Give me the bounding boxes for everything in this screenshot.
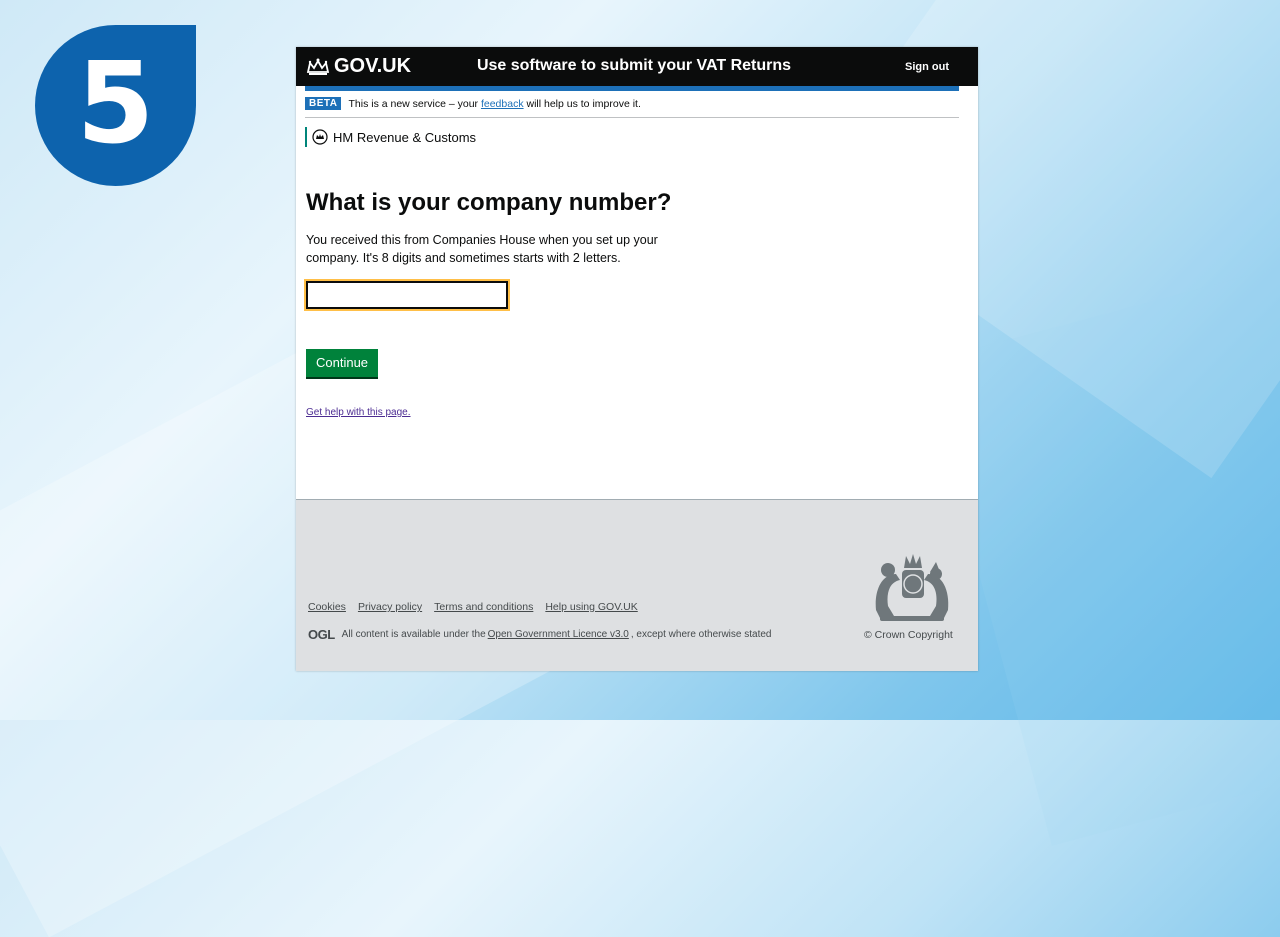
footer-link-terms[interactable]: Terms and conditions (434, 601, 533, 613)
step-number-badge: 5 (35, 25, 196, 186)
sign-out-link[interactable]: Sign out (905, 61, 949, 73)
organisation-banner: HM Revenue & Customs (305, 127, 978, 147)
get-help-link[interactable]: Get help with this page. (306, 407, 978, 418)
phase-text-after: will help us to improve it. (523, 97, 641, 110)
footer: Cookies Privacy policy Terms and conditi… (296, 499, 978, 671)
organisation-name: HM Revenue & Customs (333, 129, 477, 145)
ogl-logo: OGL (308, 627, 335, 642)
page-title: What is your company number? (306, 189, 672, 216)
footer-link-privacy[interactable]: Privacy policy (358, 601, 422, 613)
phase-text-before: This is a new service – your (348, 97, 481, 110)
service-name-text: Use software to submit your VAT Returns (476, 57, 792, 74)
royal-coat-of-arms-icon (875, 554, 949, 621)
company-number-input[interactable] (306, 281, 508, 309)
browser-screenshot: GOV.UK Use software to submit your VAT R… (296, 47, 978, 671)
govuk-header: GOV.UK Use software to submit your VAT R… (296, 47, 978, 86)
continue-button[interactable]: Continue (306, 349, 379, 377)
licence-link[interactable]: Open Government Licence v3.0 (488, 629, 629, 640)
footer-link-cookies[interactable]: Cookies (308, 601, 346, 613)
hint-text: You received this from Companies House w… (306, 233, 658, 265)
beta-tag: BETA (305, 97, 342, 110)
phase-banner: BETA This is a new service – your feedba… (305, 91, 959, 118)
service-name[interactable]: Use software to submit your VAT Returns (296, 57, 978, 75)
licence-text-after: , except where otherwise stated (630, 629, 772, 640)
footer-link-help[interactable]: Help using GOV.UK (545, 601, 637, 613)
hmrc-crest-icon (312, 129, 328, 145)
feedback-link[interactable]: feedback (481, 98, 524, 110)
licence-line: OGL All content is available under the O… (308, 627, 772, 642)
main-content: What is your company number? You receive… (296, 189, 978, 418)
licence-text-before: All content is available under the (341, 629, 486, 640)
step-number: 5 (76, 38, 155, 169)
footer-links: Cookies Privacy policy Terms and conditi… (308, 601, 638, 613)
crown-copyright: © Crown Copyright (864, 629, 953, 641)
